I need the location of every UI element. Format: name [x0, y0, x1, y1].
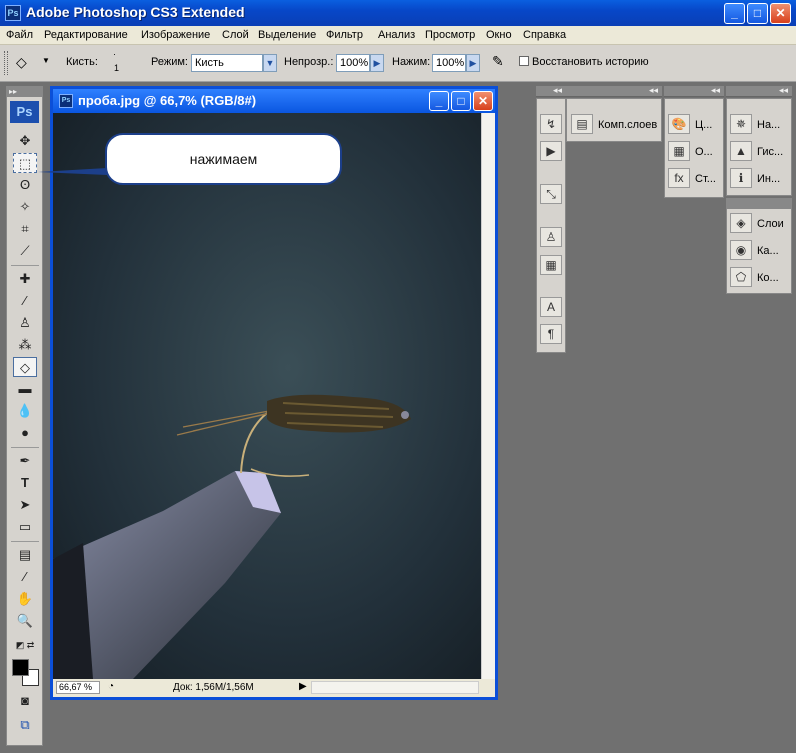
type-tool-icon[interactable]: T	[13, 473, 37, 493]
path-select-icon[interactable]: ➤	[13, 495, 37, 515]
brush-tool-icon[interactable]: ⁄	[13, 291, 37, 311]
color-label[interactable]: Ц...	[695, 119, 712, 131]
navigator-dock: ✵ На... ▲ Гис... ℹ Ин...	[726, 98, 792, 196]
swatches-label[interactable]: О...	[695, 146, 713, 158]
menu-view[interactable]: Просмотр	[425, 29, 475, 41]
paths-icon[interactable]: ⬠	[730, 267, 752, 287]
menu-image[interactable]: Изображение	[141, 29, 210, 41]
channels-icon[interactable]: ◉	[730, 240, 752, 260]
history-brush-icon[interactable]: ⁂	[13, 335, 37, 355]
history-icon[interactable]: ↯	[540, 114, 562, 134]
screen-mode-icon[interactable]: ⧉	[13, 715, 37, 735]
menu-window[interactable]: Окно	[486, 29, 512, 41]
hand-tool-icon[interactable]: ✋	[13, 589, 37, 609]
clone-source-icon[interactable]: ♙	[540, 227, 562, 247]
layer-comps-icon[interactable]: ▤	[571, 114, 593, 134]
mode-label: Режим:	[151, 56, 188, 68]
styles-icon[interactable]: fx	[668, 168, 690, 188]
close-button[interactable]: ✕	[770, 3, 791, 24]
history-label: Восстановить историю	[532, 56, 649, 68]
status-arrow-icon[interactable]: ▶	[299, 681, 307, 692]
airbrush-icon[interactable]: ✎	[492, 53, 504, 70]
history-checkbox[interactable]	[519, 56, 529, 66]
swap-colors-icon[interactable]: ◩ ⇄	[13, 635, 37, 655]
maximize-button[interactable]: □	[747, 3, 768, 24]
character-icon[interactable]: A	[540, 297, 562, 317]
tool-presets-icon[interactable]: ⤡	[540, 184, 562, 204]
quick-mask-icon[interactable]: ◙	[13, 691, 37, 711]
color-dock: 🎨 Ц... ▦ О... fx Ст...	[664, 98, 724, 198]
mode-select[interactable]: Кисть	[191, 54, 263, 72]
blur-tool-icon[interactable]: 💧	[13, 401, 37, 421]
crop-tool-icon[interactable]: ⌗	[13, 219, 37, 239]
swatches-icon[interactable]: ▦	[668, 141, 690, 161]
doc-close-button[interactable]: ✕	[473, 91, 493, 111]
eyedropper-icon[interactable]: ⁄	[13, 567, 37, 587]
icon-dock: ↯ ▶ ⤡ ♙ ▦ A ¶	[536, 98, 566, 353]
pen-tool-icon[interactable]: ✒	[13, 451, 37, 471]
dodge-tool-icon[interactable]: ●	[13, 423, 37, 443]
opacity-arrow-icon[interactable]: ▶	[370, 54, 384, 72]
channels-label[interactable]: Ка...	[757, 245, 779, 257]
comps-header[interactable]: ◂◂	[566, 85, 662, 97]
histogram-label[interactable]: Гис...	[757, 146, 783, 158]
slice-tool-icon[interactable]: ⟋	[13, 241, 37, 261]
doc-maximize-button[interactable]: □	[451, 91, 471, 111]
layers-icon[interactable]: ◈	[730, 213, 752, 233]
vertical-scrollbar[interactable]	[481, 113, 495, 679]
paragraph-icon[interactable]: ¶	[540, 324, 562, 344]
mode-dropdown-icon[interactable]: ▼	[263, 54, 277, 72]
menu-select[interactable]: Выделение	[258, 29, 316, 41]
menu-layer[interactable]: Слой	[222, 29, 249, 41]
styles-label[interactable]: Ст...	[695, 173, 716, 185]
nav-dock-header[interactable]: ◂◂	[726, 85, 792, 97]
layer-comps-label[interactable]: Комп.слоев	[598, 119, 657, 131]
navigator-label[interactable]: На...	[757, 119, 780, 131]
horizontal-scrollbar[interactable]	[311, 681, 479, 694]
actions-icon[interactable]: ▶	[540, 141, 562, 161]
notes-tool-icon[interactable]: ▤	[13, 545, 37, 565]
layers-label[interactable]: Слои	[757, 218, 784, 230]
zoom-field[interactable]: 66,67 %	[56, 681, 100, 694]
minimize-button[interactable]: _	[724, 3, 745, 24]
menu-help[interactable]: Справка	[523, 29, 566, 41]
gradient-tool-icon[interactable]: ▬	[13, 379, 37, 399]
doc-size: Док: 1,56M/1,56M	[173, 682, 254, 693]
doc-minimize-button[interactable]: _	[429, 91, 449, 111]
status-menu-icon[interactable]: ◔	[108, 681, 114, 692]
paths-label[interactable]: Ко...	[757, 272, 779, 284]
color-dock-header[interactable]: ◂◂	[664, 85, 724, 97]
dock1-header[interactable]: ◂◂	[536, 85, 566, 97]
histogram-icon[interactable]: ▲	[730, 141, 752, 161]
zoom-tool-icon[interactable]: 🔍	[13, 611, 37, 631]
status-bar: 66,67 % ◔ Док: 1,56M/1,56M ▶	[53, 679, 495, 697]
brushes-icon[interactable]: ▦	[540, 255, 562, 275]
menu-filter[interactable]: Фильтр	[326, 29, 363, 41]
foreground-color-swatch[interactable]	[12, 659, 29, 676]
flow-label: Нажим:	[392, 56, 431, 68]
color-panel-icon[interactable]: 🎨	[668, 114, 690, 134]
magic-wand-icon[interactable]: ✧	[13, 197, 37, 217]
navigator-icon[interactable]: ✵	[730, 114, 752, 134]
shape-tool-icon[interactable]: ▭	[13, 517, 37, 537]
flow-arrow-icon[interactable]: ▶	[466, 54, 480, 72]
eraser-tool-icon[interactable]: ◇	[13, 357, 37, 377]
healing-brush-icon[interactable]: ✚	[13, 269, 37, 289]
layers-dock: ◈ Слои ◉ Ка... ⬠ Ко...	[726, 208, 792, 294]
opacity-input[interactable]: 100%	[336, 54, 370, 72]
layer-comps-panel: ▤ Комп.слоев	[566, 98, 662, 142]
annotation-callout: нажимаем	[105, 133, 342, 185]
menu-analysis[interactable]: Анализ	[378, 29, 415, 41]
flow-input[interactable]: 100%	[432, 54, 466, 72]
info-icon[interactable]: ℹ	[730, 168, 752, 188]
callout-pointer	[38, 168, 107, 175]
clone-stamp-icon[interactable]: ♙	[13, 313, 37, 333]
opacity-label: Непрозр.:	[284, 56, 334, 68]
info-label[interactable]: Ин...	[757, 173, 780, 185]
